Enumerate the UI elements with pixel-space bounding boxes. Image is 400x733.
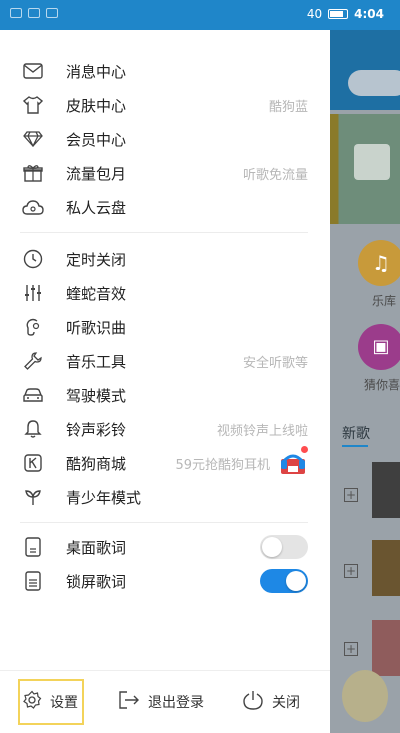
menu-item-lockscreen-lyrics[interactable]: 锁屏歌词 bbox=[0, 564, 330, 598]
battery-icon bbox=[328, 9, 349, 19]
guess-you-like-icon: ▣ bbox=[358, 324, 400, 370]
menu-item-messages[interactable]: 消息中心 bbox=[0, 54, 330, 88]
menu-item-label: 音乐工具 bbox=[66, 352, 127, 371]
menu-item-label: 铃声彩铃 bbox=[66, 420, 127, 439]
gear-icon bbox=[22, 690, 42, 714]
menu-item-sound-effects[interactable]: 蝰蛇音效 bbox=[0, 276, 330, 310]
close-button[interactable]: 关闭 bbox=[242, 685, 300, 719]
notification-icon bbox=[46, 8, 58, 18]
settings-button[interactable]: 设置 bbox=[18, 679, 84, 725]
status-bar: 40 4:04 bbox=[0, 0, 400, 30]
menu-item-label: 听歌识曲 bbox=[66, 318, 127, 337]
menu-item-hint: 听歌免流量 bbox=[242, 167, 308, 183]
menu-item-label: 私人云盘 bbox=[66, 198, 127, 217]
shop-icon bbox=[22, 452, 44, 474]
menu-item-song-recognition[interactable]: 听歌识曲 bbox=[0, 310, 330, 344]
car-icon bbox=[22, 384, 44, 406]
menu-item-data-plan[interactable]: 流量包月 听歌免流量 bbox=[0, 156, 330, 190]
album-thumb bbox=[372, 540, 400, 596]
add-icon: + bbox=[344, 642, 358, 656]
sprout-icon bbox=[22, 486, 44, 508]
menu-item-label: 驾驶模式 bbox=[66, 386, 127, 405]
menu-item-skin[interactable]: 皮肤中心 酷狗蓝 bbox=[0, 88, 330, 122]
gift-icon bbox=[22, 162, 44, 184]
menu-item-label: 锁屏歌词 bbox=[66, 572, 127, 591]
wrench-icon bbox=[22, 350, 44, 372]
menu-item-label: 桌面歌词 bbox=[66, 538, 127, 557]
menu-item-label: 流量包月 bbox=[66, 164, 127, 183]
clock-time: 4:04 bbox=[354, 7, 384, 21]
menu-item-label: 消息中心 bbox=[66, 62, 127, 81]
music-recognize-icon bbox=[22, 316, 44, 338]
menu-item-music-tools[interactable]: 音乐工具 安全听歌等 bbox=[0, 344, 330, 378]
mail-icon bbox=[22, 60, 44, 82]
lockscreen-lyrics-toggle[interactable] bbox=[260, 569, 308, 593]
battery-level: 40 bbox=[306, 7, 323, 21]
menu-item-hint: 酷狗蓝 bbox=[268, 99, 308, 115]
equalizer-icon bbox=[22, 282, 44, 304]
tshirt-icon bbox=[22, 94, 44, 116]
menu-item-driving-mode[interactable]: 驾驶模式 bbox=[0, 378, 330, 412]
menu-item-vip[interactable]: 会员中心 bbox=[0, 122, 330, 156]
notification-dot bbox=[301, 446, 308, 453]
menu-item-label: 皮肤中心 bbox=[66, 96, 127, 115]
background-search bbox=[348, 70, 400, 96]
status-icons bbox=[10, 8, 58, 18]
menu-item-hint: 视频铃声上线啦 bbox=[216, 423, 308, 439]
menu-item-hint: 59元抢酷狗耳机 bbox=[175, 457, 270, 473]
background-banner bbox=[330, 114, 400, 224]
menu-item-label: 会员中心 bbox=[66, 130, 127, 149]
background-app: ♫ 乐库 ▣ 猜你喜 新歌 + + + bbox=[330, 30, 400, 733]
menu-item-label: 定时关闭 bbox=[66, 250, 127, 269]
music-library-label: 乐库 bbox=[372, 294, 397, 308]
logout-label: 退出登录 bbox=[148, 695, 204, 711]
album-thumb bbox=[372, 462, 400, 518]
clock-icon bbox=[22, 248, 44, 270]
guess-label: 猜你喜 bbox=[364, 378, 400, 392]
menu-item-shop[interactable]: 酷狗商城 59元抢酷狗耳机 bbox=[0, 446, 330, 480]
album-thumb bbox=[372, 620, 400, 676]
logout-icon bbox=[118, 690, 140, 714]
bell-icon bbox=[22, 418, 44, 440]
desktop-lyrics-icon bbox=[22, 536, 44, 558]
section-divider bbox=[20, 522, 308, 523]
logout-button[interactable]: 退出登录 bbox=[118, 685, 204, 719]
add-icon: + bbox=[344, 564, 358, 578]
desktop-lyrics-toggle[interactable] bbox=[260, 535, 308, 559]
headphone-promo-icon bbox=[278, 450, 308, 476]
menu-item-desktop-lyrics[interactable]: 桌面歌词 bbox=[0, 530, 330, 564]
wifi-icon bbox=[28, 8, 40, 18]
settings-label: 设置 bbox=[50, 695, 78, 711]
cloud-icon bbox=[22, 196, 44, 218]
section-divider bbox=[20, 232, 308, 233]
player-disc bbox=[342, 670, 388, 722]
drawer-footer: 设置 退出登录 关闭 bbox=[0, 670, 330, 733]
menu-item-label: 青少年模式 bbox=[66, 488, 142, 507]
music-library-icon: ♫ bbox=[358, 240, 400, 286]
menu-item-label: 蝰蛇音效 bbox=[66, 284, 127, 303]
lockscreen-lyrics-icon bbox=[22, 570, 44, 592]
tab-underline bbox=[342, 445, 368, 447]
close-label: 关闭 bbox=[272, 695, 300, 711]
menu-item-teen-mode[interactable]: 青少年模式 bbox=[0, 480, 330, 514]
menu-item-ringtones[interactable]: 铃声彩铃 视频铃声上线啦 bbox=[0, 412, 330, 446]
side-drawer: 消息中心 皮肤中心 酷狗蓝 会员中心 流量包月 听歌免流量 私人云盘 定时关闭 bbox=[0, 30, 330, 733]
diamond-icon bbox=[22, 128, 44, 150]
power-icon bbox=[242, 689, 264, 715]
menu-item-label: 酷狗商城 bbox=[66, 454, 127, 473]
menu-item-sleep-timer[interactable]: 定时关闭 bbox=[0, 242, 330, 276]
new-songs-tab: 新歌 bbox=[342, 426, 370, 442]
menu-item-hint: 安全听歌等 bbox=[242, 355, 308, 371]
menu-item-cloud-drive[interactable]: 私人云盘 bbox=[0, 190, 330, 224]
signal-icon bbox=[10, 8, 22, 18]
add-icon: + bbox=[344, 488, 358, 502]
